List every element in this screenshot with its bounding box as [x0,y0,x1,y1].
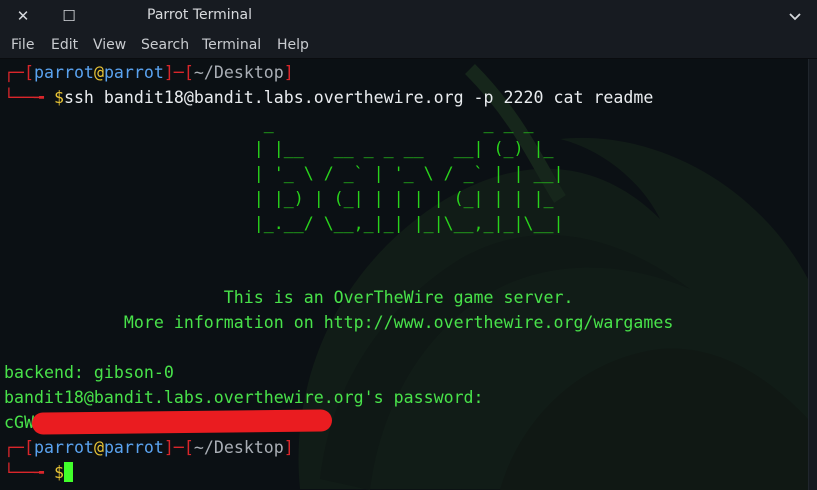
close-icon[interactable]: ✕ [11,4,35,28]
server-message: This is an OverTheWire game server. [4,288,574,307]
banner-line-4: | |_) | (_| | | | | (_| | | |_ [4,189,554,208]
command-line-2: └──╼ $ [4,460,73,485]
menu-help[interactable]: Help [277,37,309,53]
maximize-icon[interactable]: ☐ [57,4,81,28]
redacted-password-line: cGW [4,413,34,432]
prompt-line-1: ┌─[parrot@parrot]─[~/Desktop] [4,63,294,82]
command-line-1: └──╼ $ssh bandit18@bandit.labs.overthewi… [4,88,654,107]
prompt-line-2: ┌─[parrot@parrot]─[~/Desktop] [4,438,294,457]
banner-line-3: | '_ \ / _` | '_ \ / _` | | __| [4,164,564,183]
backend-line: backend: gibson-0 [4,363,174,382]
menu-edit[interactable]: Edit [51,37,78,53]
password-prompt: bandit18@bandit.labs.overthewire.org's p… [4,388,484,407]
menu-terminal[interactable]: Terminal [202,37,261,53]
window-title: Parrot Terminal [147,7,253,23]
scrollbar[interactable] [808,59,817,490]
command-text: ssh bandit18@bandit.labs.overthewire.org… [63,88,654,107]
menu-bar: File Edit View Search Terminal Help [0,32,817,59]
prompt-path: ~/Desktop [193,63,284,82]
menu-file[interactable]: File [11,37,34,53]
title-bar: ✕ ☐ Parrot Terminal [0,0,817,32]
menu-search[interactable]: Search [141,37,189,53]
prompt-user: parrot [33,63,94,82]
banner-line-1: _ _ _ _ [4,114,534,133]
banner-line-2: | |__ __ _ _ __ __| (_) |_ [4,139,554,158]
banner-line-5: |_.__/ \__,_|_| |_|\__,_|_|\__| [4,214,564,233]
info-message: More information on http://www.overthewi… [4,313,674,332]
terminal-cursor [63,462,73,482]
prompt-host: parrot [103,63,164,82]
terminal-output[interactable]: ┌─[parrot@parrot]─[~/Desktop] └──╼ $ssh … [0,59,808,490]
redaction-mark [31,409,333,435]
minimize-icon[interactable] [783,4,807,28]
menu-view[interactable]: View [93,37,126,53]
